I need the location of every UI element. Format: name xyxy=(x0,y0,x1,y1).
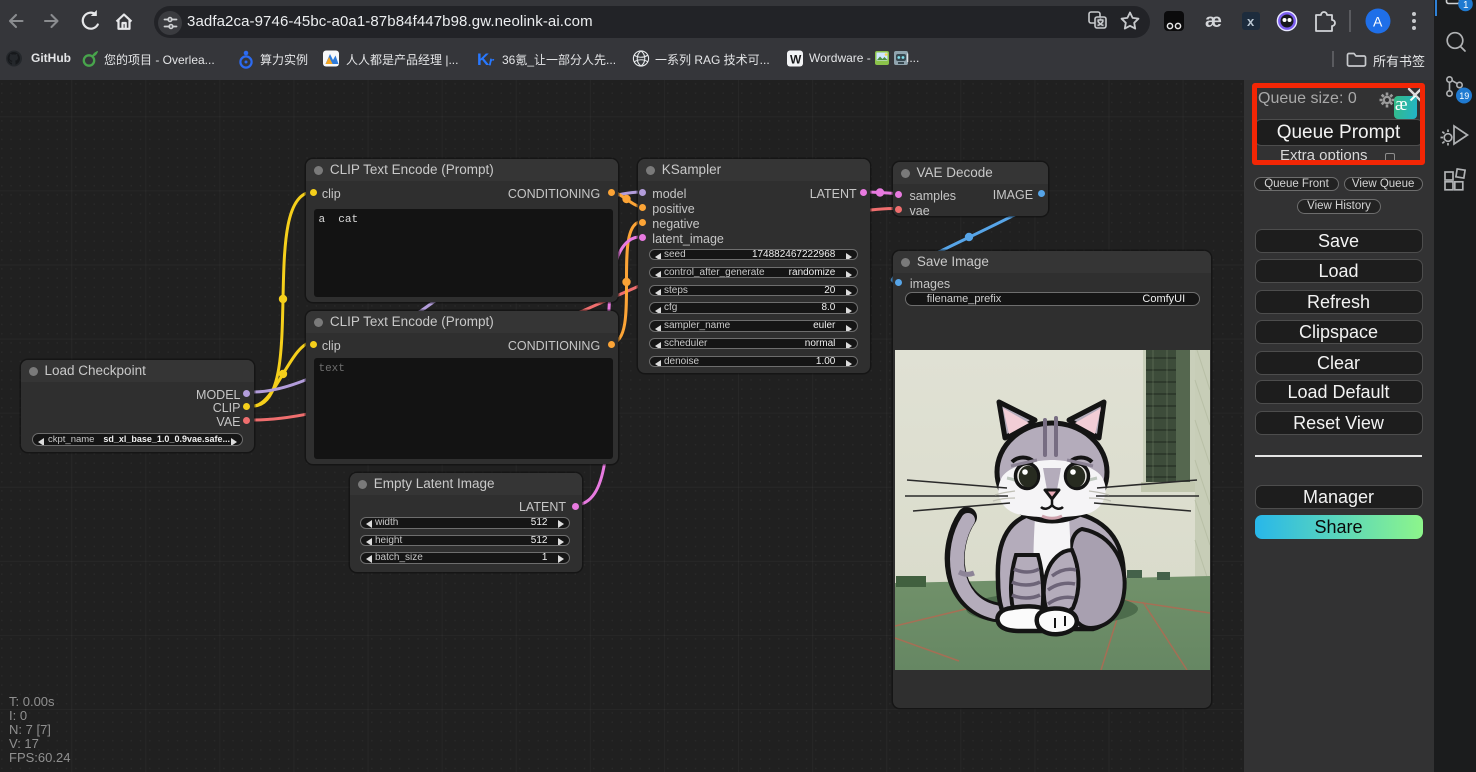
svg-text:W: W xyxy=(790,53,802,67)
svg-text:æ: æ xyxy=(1205,11,1222,32)
svg-text:19: 19 xyxy=(1459,91,1469,101)
svg-text:x: x xyxy=(1247,14,1255,29)
svg-text:1: 1 xyxy=(1463,0,1469,11)
svg-text:A: A xyxy=(1373,14,1383,30)
